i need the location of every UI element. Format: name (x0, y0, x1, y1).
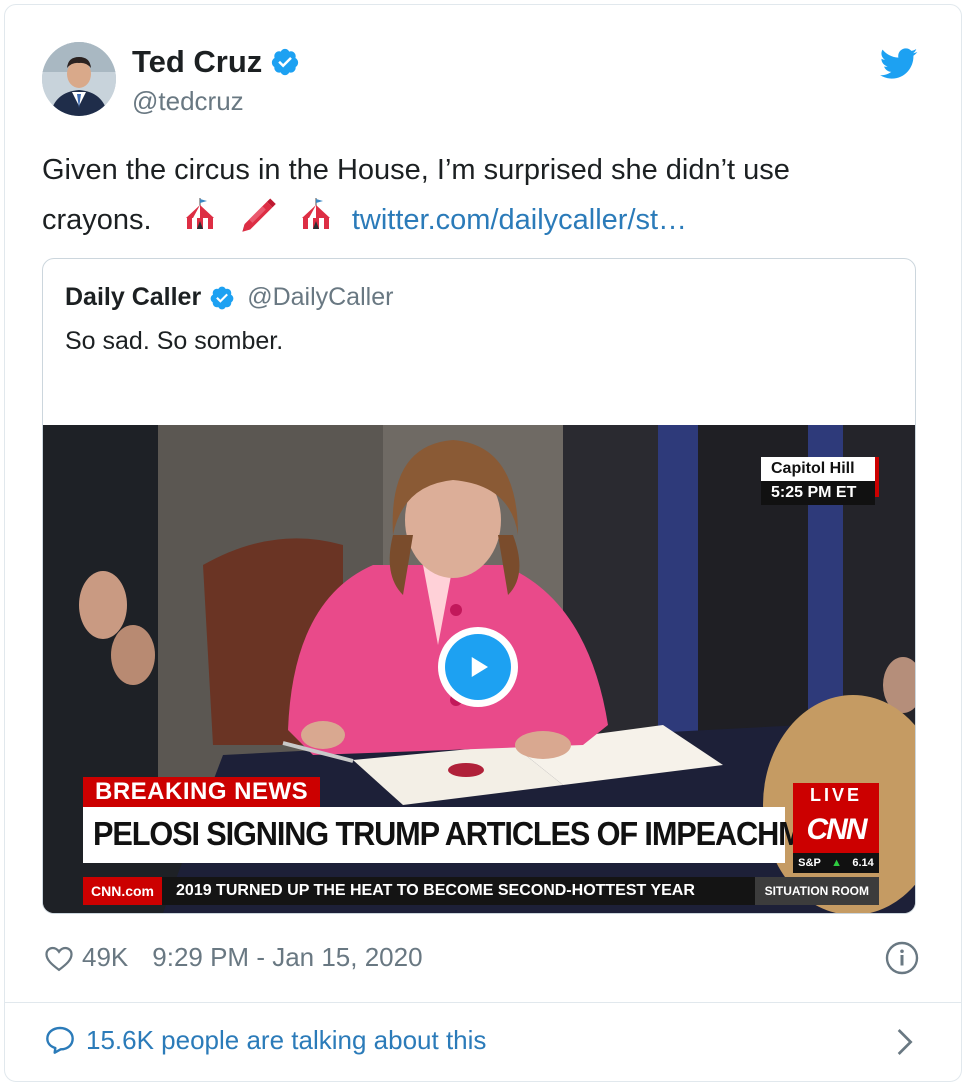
tweet-meta: 49K 9:29 PM - Jan 15, 2020 (44, 942, 423, 973)
conversation-text: 15.6K people are talking about this (86, 1024, 487, 1055)
author-handle[interactable]: @tedcruz (132, 86, 244, 117)
author-name-text: Ted Cruz (132, 44, 263, 79)
quoted-tweet-text: So sad. So somber. (65, 327, 284, 355)
cnn-logo-text: CNN (806, 813, 868, 846)
author-name[interactable]: Ted Cruz (132, 44, 300, 80)
market-up-icon: ▲ (831, 857, 843, 869)
market-bar: S&P ▲ 6.14 (793, 853, 879, 873)
location-bug: Capitol Hill 5:25 PM ET (761, 457, 879, 505)
headline-text: PELOSI SIGNING TRUMP ARTICLES OF IMPEACH… (93, 815, 862, 852)
ticker-bar: CNN.com 2019 TURNED UP THE HEAT TO BECOM… (83, 877, 879, 905)
author-avatar[interactable] (42, 42, 116, 116)
heart-icon (45, 946, 73, 971)
ticker-site: CNN.com (83, 877, 163, 905)
tweet-timestamp[interactable]: 9:29 PM - Jan 15, 2020 (152, 942, 422, 973)
footer-divider (4, 1002, 962, 1003)
show-name: SITUATION ROOM (754, 877, 879, 905)
quoted-tweet[interactable]: Daily Caller @DailyCaller So sad. So som… (42, 258, 916, 914)
play-icon (445, 634, 511, 700)
circus-tent-icon (298, 196, 334, 247)
tweet-text-line2-start: crayons. (42, 204, 152, 237)
cnn-logo: CNN (793, 807, 879, 853)
tweet-text-line2: crayons. twitter.com/dailycaller/st… (42, 194, 922, 249)
market-label: S&P (798, 857, 821, 869)
play-button[interactable] (438, 627, 518, 707)
market-value: 6.14 (852, 857, 874, 869)
live-label: LIVE (793, 783, 879, 807)
headline-bar: PELOSI SIGNING TRUMP ARTICLES OF IMPEACH… (83, 807, 862, 863)
circus-tent-icon (182, 196, 218, 247)
like-button[interactable]: 49K (44, 942, 128, 973)
like-count: 49K (82, 942, 129, 972)
quoted-author-handle[interactable]: @DailyCaller (247, 283, 393, 312)
video-thumbnail[interactable]: Capitol Hill 5:25 PM ET BREAKING NEWS PE… (43, 425, 915, 913)
verified-badge-icon (272, 48, 299, 76)
quoted-tweet-header: Daily Caller @DailyCaller (65, 283, 393, 312)
tweet-link[interactable]: twitter.com/dailycaller/st… (352, 204, 687, 236)
chevron-right-icon[interactable] (892, 1026, 916, 1063)
location-label: Capitol Hill (761, 457, 875, 481)
quoted-author-name[interactable]: Daily Caller (65, 283, 201, 312)
location-time: 5:25 PM ET (761, 481, 875, 505)
speech-bubble-icon (46, 1026, 74, 1054)
conversation-link[interactable]: 15.6K people are talking about this (44, 1024, 486, 1056)
verified-badge-icon (210, 286, 234, 309)
tweet-text: Given the circus in the House, I’m surpr… (42, 146, 922, 249)
twitter-bird-icon[interactable] (879, 48, 918, 85)
info-icon[interactable] (884, 940, 920, 981)
ticker-text: 2019 TURNED UP THE HEAT TO BECOME SECOND… (176, 882, 695, 899)
tweet-text-line1: Given the circus in the House, I’m surpr… (42, 154, 790, 186)
crayon-icon (238, 194, 278, 249)
breaking-news-label: BREAKING NEWS (83, 777, 321, 807)
